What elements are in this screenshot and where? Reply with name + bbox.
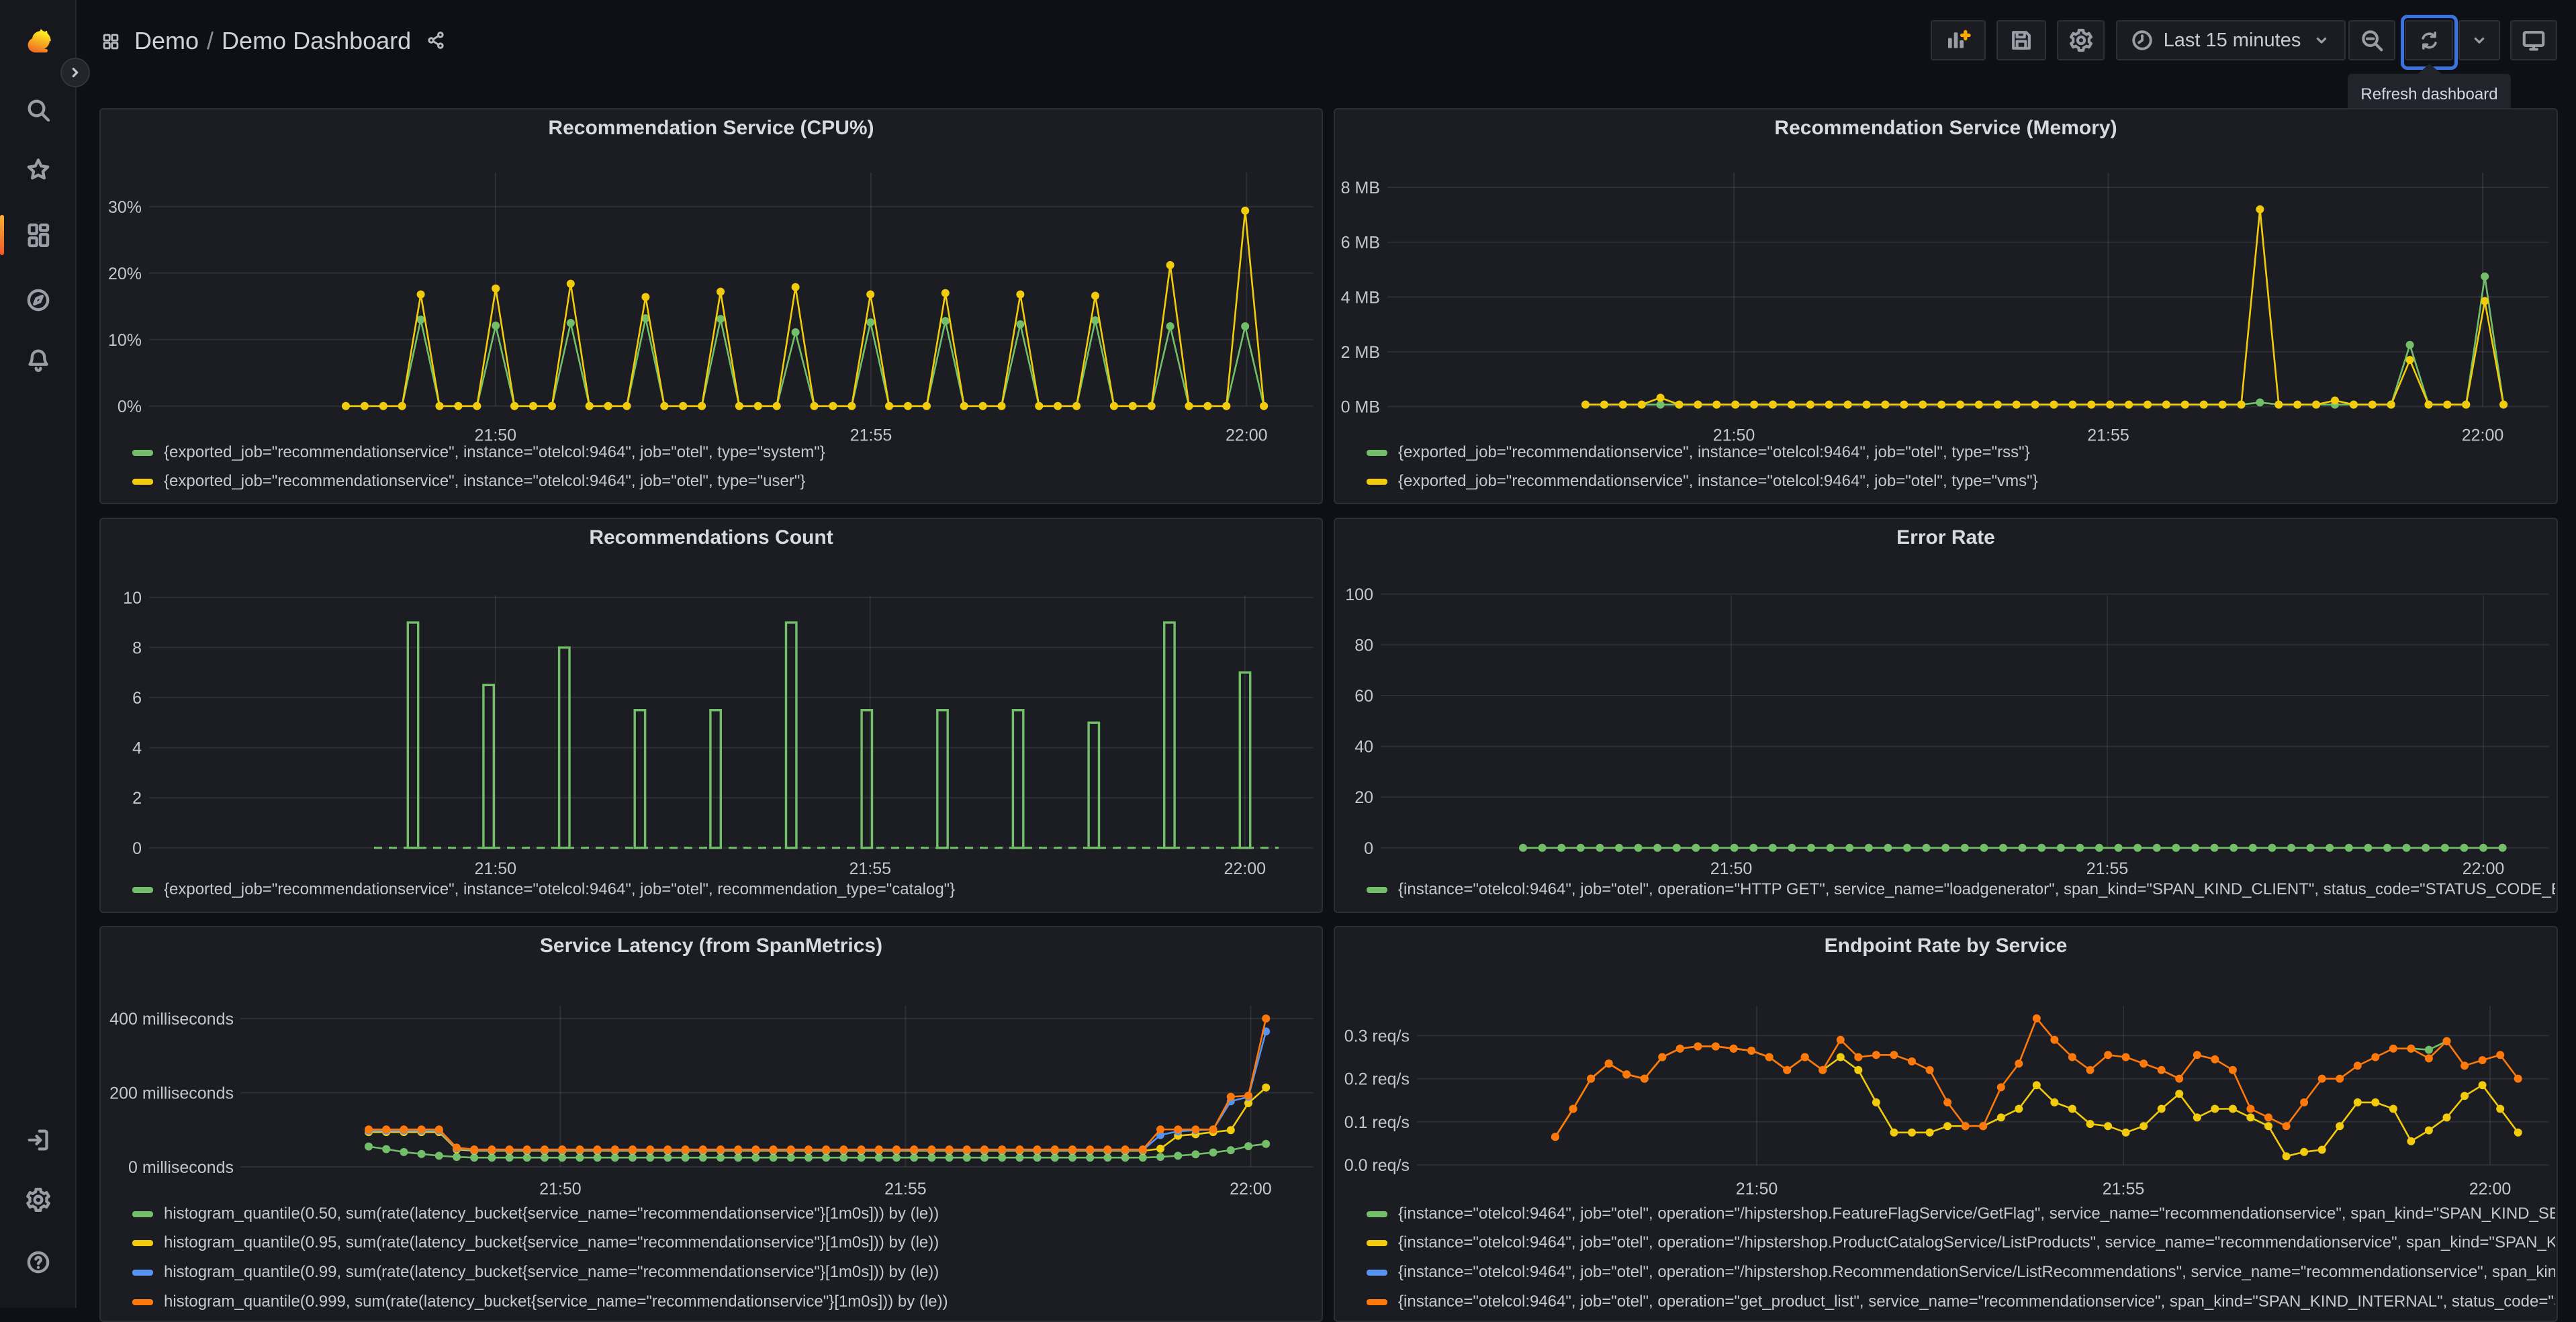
svg-text:0.1 req/s: 0.1 req/s	[1344, 1113, 1410, 1132]
svg-text:400 milliseconds: 400 milliseconds	[109, 1010, 234, 1029]
svg-text:0.0 req/s: 0.0 req/s	[1344, 1156, 1410, 1175]
svg-text:20: 20	[1354, 788, 1373, 807]
svg-text:200 milliseconds: 200 milliseconds	[109, 1084, 234, 1103]
svg-text:20%: 20%	[108, 265, 142, 283]
svg-text:22:00: 22:00	[2463, 859, 2505, 878]
svg-text:0 milliseconds: 0 milliseconds	[128, 1158, 234, 1177]
svg-text:2: 2	[132, 789, 142, 808]
svg-text:4: 4	[132, 739, 142, 758]
svg-text:0.2 req/s: 0.2 req/s	[1344, 1070, 1410, 1089]
svg-text:21:55: 21:55	[849, 859, 892, 878]
svg-text:21:55: 21:55	[2103, 1180, 2145, 1198]
svg-text:22:00: 22:00	[1224, 859, 1267, 878]
svg-text:30%: 30%	[108, 198, 142, 217]
svg-text:21:50: 21:50	[475, 859, 517, 878]
svg-text:100: 100	[1345, 585, 1373, 604]
svg-text:0 MB: 0 MB	[1341, 398, 1380, 417]
svg-text:0: 0	[132, 839, 142, 858]
svg-text:21:55: 21:55	[884, 1180, 927, 1198]
svg-text:0.3 req/s: 0.3 req/s	[1344, 1027, 1410, 1045]
svg-text:0%: 0%	[118, 397, 142, 416]
svg-text:60: 60	[1354, 687, 1373, 706]
svg-text:21:50: 21:50	[539, 1180, 582, 1198]
svg-text:22:00: 22:00	[1230, 1180, 1272, 1198]
svg-text:21:50: 21:50	[1710, 859, 1753, 878]
svg-text:8 MB: 8 MB	[1341, 179, 1380, 197]
svg-text:2 MB: 2 MB	[1341, 343, 1380, 362]
svg-text:6: 6	[132, 689, 142, 708]
svg-text:8: 8	[132, 639, 142, 657]
svg-text:22:00: 22:00	[2469, 1180, 2512, 1198]
svg-text:21:55: 21:55	[2086, 859, 2129, 878]
svg-text:6 MB: 6 MB	[1341, 234, 1380, 252]
svg-text:21:50: 21:50	[1736, 1180, 1778, 1198]
svg-text:40: 40	[1354, 738, 1373, 757]
svg-text:80: 80	[1354, 636, 1373, 655]
svg-text:4 MB: 4 MB	[1341, 288, 1380, 307]
svg-text:0: 0	[1364, 839, 1373, 858]
svg-text:10%: 10%	[108, 331, 142, 350]
svg-text:10: 10	[123, 589, 142, 608]
